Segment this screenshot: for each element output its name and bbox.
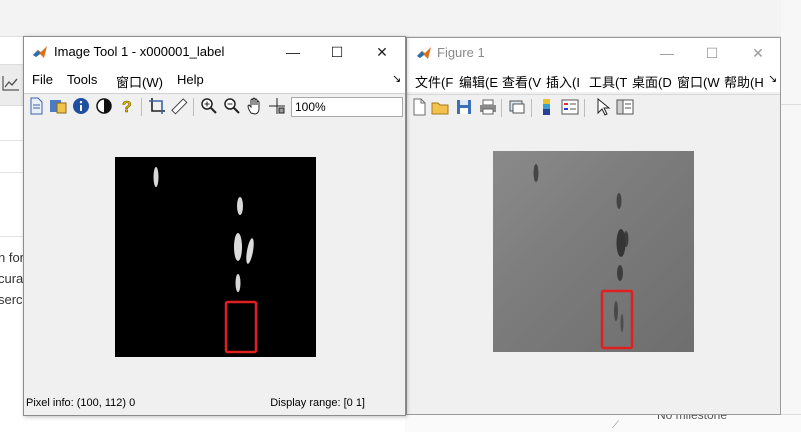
grayscale-image[interactable] [493, 151, 694, 352]
zoom-level-input[interactable]: 100% [291, 97, 403, 117]
dark-spot [616, 193, 622, 209]
menu-insert[interactable]: 插入(I [546, 72, 580, 91]
ruler-icon[interactable] [170, 97, 188, 115]
minimize-button[interactable]: — [656, 42, 678, 64]
dark-spot [623, 231, 629, 247]
matlab-logo-icon [33, 46, 47, 58]
menu-help[interactable]: 帮助(H [724, 72, 764, 91]
menu-view[interactable]: 查看(V [502, 72, 541, 91]
menu-file[interactable]: 文件(F [415, 72, 453, 91]
toolbar-separator [193, 98, 194, 116]
display-range-label: Display range: [0 1] [270, 397, 365, 409]
print-icon[interactable] [479, 98, 497, 116]
menu-desktop[interactable]: 桌面(D [632, 72, 672, 91]
maximize-button[interactable]: ☐ [326, 41, 348, 63]
pixel-info-label: Pixel info: (100, 112) 0 [26, 397, 136, 409]
dock-arrow-icon[interactable]: ↘ [768, 72, 777, 85]
help-question-icon[interactable]: ? [118, 97, 136, 115]
menu-tools[interactable]: Tools [67, 72, 97, 87]
dock-arrow-icon[interactable]: ↘ [392, 72, 401, 85]
minimize-button[interactable]: — [282, 41, 304, 63]
line-chart-icon[interactable] [2, 74, 20, 92]
white-blob [235, 274, 241, 292]
desktop-screen: n for cura serc No milestone ⟋ Figure 1 … [0, 0, 801, 432]
open-folder-icon[interactable] [431, 98, 449, 116]
background-text-snippet: serc [0, 292, 23, 307]
image-tool-menu-bar: File Tools 窗口(W) Help ↘ [24, 67, 405, 93]
background-right-panel [781, 0, 801, 432]
zoom-in-icon[interactable] [200, 97, 218, 115]
menu-window[interactable]: 窗口(W [677, 72, 720, 91]
figure-title: Figure 1 [437, 45, 485, 60]
toolbar-separator [584, 99, 585, 117]
white-blob [234, 233, 242, 261]
link-plot-icon[interactable] [508, 98, 526, 116]
dark-spot [617, 265, 623, 281]
background-app-header [0, 0, 801, 37]
menu-window[interactable]: 窗口(W) [116, 72, 163, 91]
white-blob [153, 167, 159, 187]
pixel-region-icon[interactable] [268, 97, 286, 115]
dark-spot [620, 314, 624, 332]
toolbar-separator [141, 98, 142, 116]
maximize-button[interactable]: ☐ [701, 42, 723, 64]
crop-icon[interactable] [148, 97, 166, 115]
colorbar-icon[interactable] [539, 98, 557, 116]
background-divider [781, 104, 801, 105]
image-tool-toolbar: ? 100% [24, 93, 405, 123]
menu-help[interactable]: Help [177, 72, 204, 87]
save-icon[interactable] [455, 98, 473, 116]
image-background [493, 151, 694, 352]
contrast-icon[interactable] [95, 97, 113, 115]
zoom-out-icon[interactable] [223, 97, 241, 115]
image-background [115, 157, 316, 357]
resize-grip-icon[interactable]: ⟋ [612, 420, 619, 431]
close-button[interactable]: ✕ [371, 41, 393, 63]
image-tool-canvas[interactable] [24, 122, 405, 392]
background-text-snippet: cura [0, 271, 24, 286]
legend-icon[interactable] [561, 98, 579, 116]
figure-title-bar[interactable]: Figure 1 — ☐ ✕ [407, 38, 780, 68]
new-document-icon[interactable] [27, 97, 45, 115]
dark-spot [614, 301, 618, 321]
pointer-arrow-icon[interactable] [594, 98, 612, 116]
label-image[interactable] [115, 157, 316, 357]
background-bottom-panel [405, 414, 801, 432]
image-tool-title: Image Tool 1 - x000001_label [54, 44, 225, 59]
matlab-logo-icon [417, 47, 431, 59]
property-inspector-icon[interactable] [616, 98, 634, 116]
image-tool-title-bar[interactable]: Image Tool 1 - x000001_label — ☐ ✕ [24, 37, 405, 67]
background-divider [0, 236, 24, 237]
menu-tools[interactable]: 工具(T [589, 72, 627, 91]
image-info-tool-icon[interactable] [49, 97, 67, 115]
background-divider [0, 172, 24, 173]
menu-file[interactable]: File [32, 72, 53, 87]
image-tool-window: Image Tool 1 - x000001_label — ☐ ✕ File … [23, 36, 406, 416]
dark-spot [533, 164, 539, 182]
toolbar-separator [531, 99, 532, 117]
figure-window: Figure 1 — ☐ ✕ 文件(F 编辑(E 查看(V 插入(I 工具(T … [406, 37, 781, 415]
toolbar-separator [501, 99, 502, 117]
background-text-snippet: n for [0, 250, 25, 265]
figure-canvas[interactable] [407, 120, 780, 414]
pan-hand-icon[interactable] [246, 97, 264, 115]
info-icon[interactable] [72, 97, 90, 115]
background-divider [0, 140, 24, 141]
svg-text:?: ? [122, 99, 132, 115]
figure-toolbar [407, 94, 780, 122]
figure-menu-bar: 文件(F 编辑(E 查看(V 插入(I 工具(T 桌面(D 窗口(W 帮助(H … [407, 68, 780, 92]
new-figure-icon[interactable] [410, 98, 428, 116]
close-button[interactable]: ✕ [747, 42, 769, 64]
white-blob [237, 197, 243, 215]
image-tool-status-bar: Pixel info: (100, 112) 0 Display range: … [24, 393, 405, 415]
menu-edit[interactable]: 编辑(E [459, 72, 498, 91]
